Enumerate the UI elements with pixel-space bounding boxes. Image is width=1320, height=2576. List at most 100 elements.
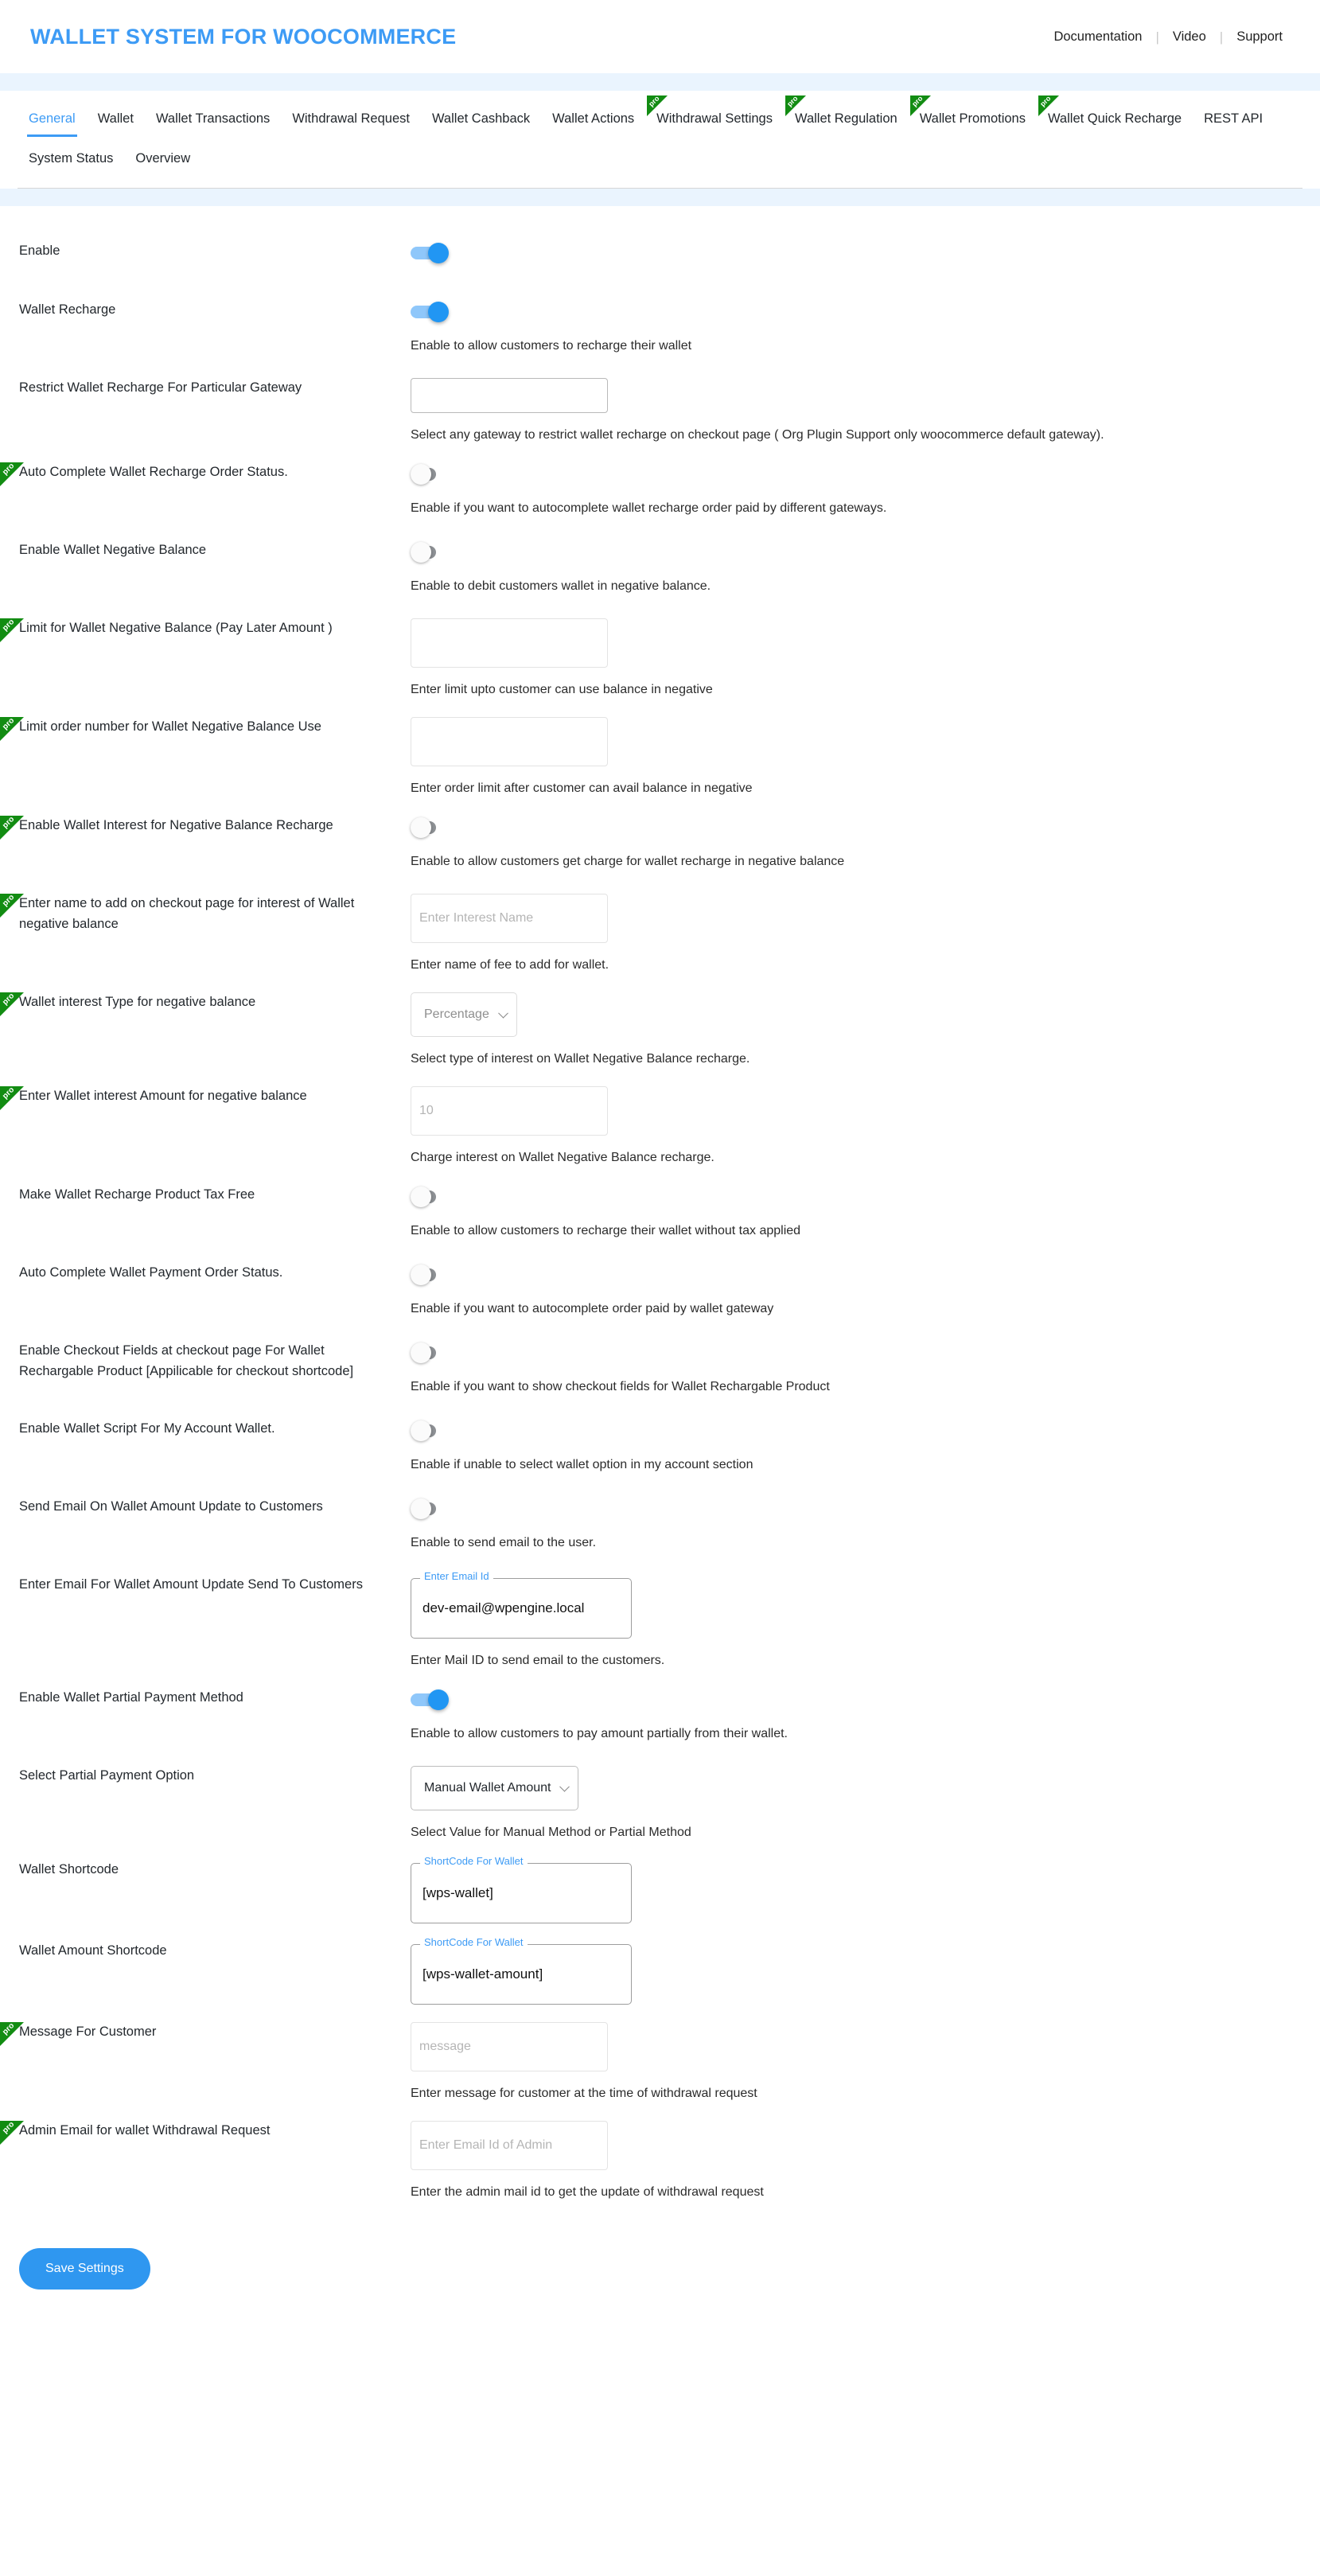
tab-label: Wallet Actions: [552, 111, 635, 126]
setting-row-limit-for-wallet-negative-balance-pay-later-amou: pro Limit for Wallet Negative Balance (Pa…: [0, 618, 1320, 700]
pro-badge-label: pro: [785, 94, 800, 108]
pro-badge-icon: pro: [909, 94, 931, 116]
pro-badge-icon: pro: [0, 992, 24, 1017]
pro-badge-label: pro: [909, 94, 925, 108]
setting-control: Enable if you want to autocomplete walle…: [411, 462, 1320, 518]
input-limit-for-wallet-negative-balance-pay-later-amou: [411, 618, 608, 668]
toggle-make-wallet-recharge-product-tax-free[interactable]: [411, 1185, 454, 1209]
setting-row-select-partial-payment-option: Select Partial Payment Option Manual Wall…: [0, 1766, 1320, 1842]
setting-label: Select Partial Payment Option: [19, 1768, 195, 1783]
setting-help-text: Enable to allow customers to pay amount …: [411, 1727, 788, 1741]
tab-general[interactable]: General: [18, 105, 87, 138]
pro-badge-icon: pro: [0, 2021, 24, 2047]
tab-label: Wallet Transactions: [155, 111, 271, 126]
pro-badge-icon: pro: [785, 94, 806, 116]
setting-row-enable: Enable: [0, 241, 1320, 278]
pro-badge-label: pro: [1, 1085, 17, 1101]
tab-list: General Wallet Wallet Transactions Withdraw…: [0, 94, 1320, 177]
save-section: Save Settings: [0, 2219, 1320, 2321]
toggle-enable-wallet-negative-balance[interactable]: [411, 540, 454, 564]
setting-control: Enter order limit after customer can ava…: [411, 717, 1320, 798]
tab-rest-api[interactable]: REST API: [1193, 105, 1274, 137]
toggle-knob: [411, 1187, 431, 1208]
tab-label: Wallet: [97, 111, 134, 126]
tab-label: General: [29, 111, 76, 126]
pro-badge-label: pro: [1, 2021, 17, 2037]
toggle-enable[interactable]: [411, 241, 454, 265]
tab-overview[interactable]: Overview: [124, 145, 201, 177]
setting-label: Enable Wallet Interest for Negative Bala…: [19, 818, 333, 833]
save-settings-button[interactable]: Save Settings: [19, 2248, 150, 2290]
tab-wallet-transactions[interactable]: Wallet Transactions: [145, 105, 281, 137]
support-link[interactable]: Support: [1223, 29, 1296, 45]
toggle-enable-wallet-script-for-my-account-wallet[interactable]: [411, 1419, 454, 1443]
field-wallet-shortcode[interactable]: ShortCode For Wallet [wps-wallet]: [411, 1856, 632, 1924]
setting-control: Enable to debit customers wallet in nega…: [411, 540, 1320, 596]
toggle-knob: [428, 243, 449, 264]
toggle-enable-checkout-fields-at-checkout-page-for-wall[interactable]: [411, 1341, 454, 1365]
toggle-knob: [411, 817, 431, 839]
select-wallet-interest-type-for-negative-balance: Percentage: [411, 992, 517, 1038]
pro-badge-label: pro: [1, 2120, 17, 2136]
setting-help-text: Enable to send email to the user.: [411, 1536, 597, 1550]
tab-wallet-quick-recharge[interactable]: pro Wallet Quick Recharge: [1037, 94, 1193, 137]
pro-badge-label: pro: [1, 815, 17, 831]
toggle-auto-complete-wallet-recharge-order-status[interactable]: [411, 462, 454, 486]
tab-label: Wallet Quick Recharge: [1047, 111, 1182, 126]
setting-label: Auto Complete Wallet Payment Order Statu…: [19, 1265, 283, 1280]
setting-help-text: Enter limit upto customer can use balanc…: [411, 683, 713, 697]
select-value: Manual Wallet Amount: [424, 1781, 551, 1795]
select-select-partial-payment-option[interactable]: Manual Wallet Amount: [411, 1766, 579, 1811]
tab-withdrawal-request[interactable]: Withdrawal Request: [281, 105, 421, 137]
setting-label: Wallet Shortcode: [19, 1862, 119, 1877]
setting-label: Make Wallet Recharge Product Tax Free: [19, 1187, 255, 1202]
field-enter-email-for-wallet-amount-update-send-to-cus[interactable]: Enter Email Id dev-email@wpengine.local: [411, 1571, 632, 1639]
input-message-for-customer: [411, 2022, 608, 2072]
setting-help-text: Enter the admin mail id to get the updat…: [411, 2185, 764, 2200]
setting-control: Enable to allow customers to recharge th…: [411, 300, 1320, 356]
tab-label: Overview: [135, 151, 191, 166]
input-restrict-wallet-recharge-for-particular-gateway[interactable]: [411, 378, 608, 414]
tab-wallet[interactable]: Wallet: [87, 105, 145, 137]
pro-badge-icon: pro: [647, 94, 668, 116]
setting-help-text: Enter message for customer at the time o…: [411, 2087, 757, 2101]
tab-navigation: General Wallet Wallet Transactions Withdraw…: [0, 91, 1320, 189]
tab-withdrawal-settings[interactable]: pro Withdrawal Settings: [645, 94, 784, 137]
field-value[interactable]: [wps-wallet]: [411, 1863, 632, 1924]
input-admin-email-for-wallet-withdrawal-request: [411, 2121, 608, 2171]
setting-help-text: Enable if unable to select wallet option…: [411, 1458, 753, 1472]
setting-row-make-wallet-recharge-product-tax-free: Make Wallet Recharge Product Tax Free Ena…: [0, 1185, 1320, 1241]
setting-label: Wallet Amount Shortcode: [19, 1943, 167, 1958]
field-wallet-amount-shortcode[interactable]: ShortCode For Wallet [wps-wallet-amount]: [411, 1937, 632, 2005]
field-value[interactable]: dev-email@wpengine.local: [411, 1578, 632, 1639]
video-link[interactable]: Video: [1159, 29, 1220, 45]
setting-row-admin-email-for-wallet-withdrawal-request: pro Admin Email for wallet Withdrawal Req…: [0, 2120, 1320, 2202]
toggle-auto-complete-wallet-payment-order-status[interactable]: [411, 1263, 454, 1287]
tab-wallet-cashback[interactable]: Wallet Cashback: [421, 105, 541, 137]
setting-control: Enable to send email to the user.: [411, 1497, 1320, 1553]
select-value: Percentage: [424, 1007, 489, 1022]
setting-control: Enter limit upto customer can use balanc…: [411, 618, 1320, 700]
toggle-enable-wallet-partial-payment-method[interactable]: [411, 1688, 454, 1712]
toggle-wallet-recharge[interactable]: [411, 300, 454, 324]
toggle-knob: [428, 302, 449, 323]
toggle-knob: [411, 1343, 431, 1364]
setting-label: Wallet Recharge: [19, 302, 116, 318]
toggle-enable-wallet-interest-for-negative-balance-rech[interactable]: [411, 816, 454, 840]
chevron-down-icon: [497, 1008, 508, 1019]
pro-badge-icon: pro: [0, 716, 24, 742]
input-enter-name-to-add-on-checkout-page-for-interest-: [411, 894, 608, 944]
tab-system-status[interactable]: System Status: [18, 145, 124, 177]
tab-label: System Status: [29, 151, 114, 166]
setting-help-text: Enter order limit after customer can ava…: [411, 781, 753, 796]
tab-wallet-promotions[interactable]: pro Wallet Promotions: [909, 94, 1037, 137]
documentation-link[interactable]: Documentation: [1040, 29, 1155, 45]
setting-row-enable-wallet-interest-for-negative-balance-rech: pro Enable Wallet Interest for Negative B…: [0, 815, 1320, 871]
toggle-send-email-on-wallet-amount-update-to-customers[interactable]: [411, 1497, 454, 1521]
field-value[interactable]: [wps-wallet-amount]: [411, 1944, 632, 2005]
tab-wallet-actions[interactable]: Wallet Actions: [541, 105, 645, 137]
setting-row-restrict-wallet-recharge-for-particular-gateway: Restrict Wallet Recharge For Particular …: [0, 378, 1320, 445]
setting-control: Enter the admin mail id to get the updat…: [411, 2121, 1320, 2202]
setting-label: Enter Email For Wallet Amount Update Sen…: [19, 1577, 363, 1592]
tab-wallet-regulation[interactable]: pro Wallet Regulation: [784, 94, 909, 137]
